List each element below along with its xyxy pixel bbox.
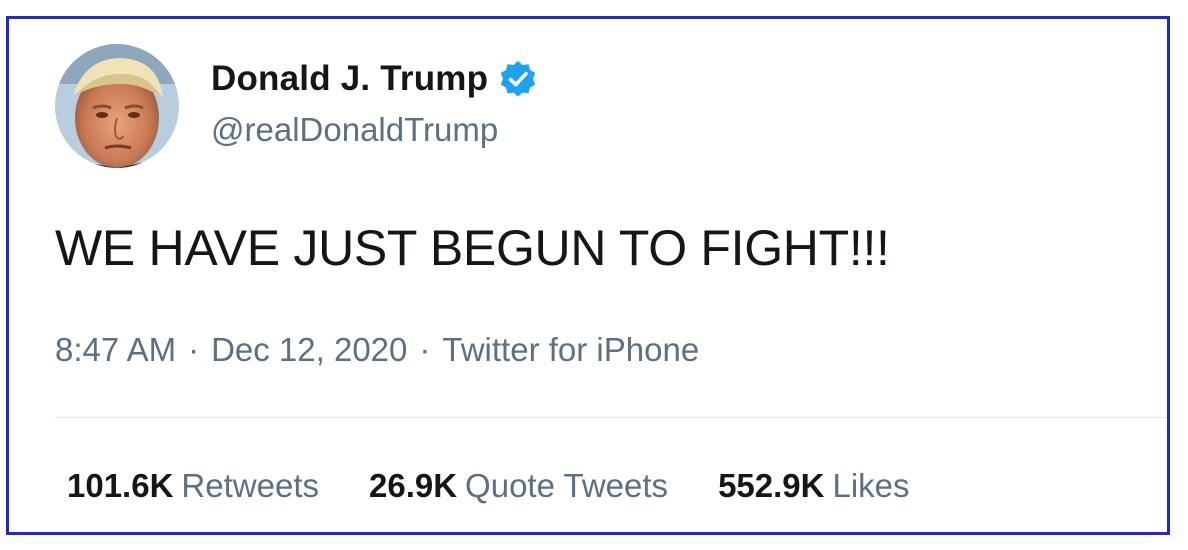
verified-badge-icon <box>498 59 538 99</box>
avatar[interactable] <box>55 44 179 168</box>
user-handle[interactable]: @realDonaldTrump <box>211 111 538 149</box>
tweet-card: Donald J. Trump @realDonaldTrump WE HAVE… <box>6 16 1170 535</box>
meta-separator: · <box>188 331 200 368</box>
name-row: Donald J. Trump <box>211 57 538 101</box>
meta-separator: · <box>419 331 431 368</box>
avatar-photo <box>55 44 179 168</box>
retweets-label: Retweets <box>181 467 319 504</box>
retweets-count: 101.6K <box>67 467 174 504</box>
quote-tweets-stat[interactable]: 26.9K Quote Tweets <box>369 467 668 505</box>
display-name[interactable]: Donald J. Trump <box>211 59 488 99</box>
tweet-time[interactable]: 8:47 AM <box>55 331 176 369</box>
likes-stat[interactable]: 552.9K Likes <box>718 467 909 505</box>
tweet-stats: 101.6K Retweets 26.9K Quote Tweets 552.9K L… <box>67 467 960 505</box>
likes-label: Likes <box>832 467 910 504</box>
tweet-meta: 8:47 AM · Dec 12, 2020 · Twitter for iPh… <box>55 331 699 369</box>
retweets-stat[interactable]: 101.6K Retweets <box>67 467 319 505</box>
quote-tweets-count: 26.9K <box>368 467 458 504</box>
tweet-source[interactable]: Twitter for iPhone <box>442 331 699 369</box>
tweet-text: WE HAVE JUST BEGUN TO FIGHT!!! <box>55 220 890 276</box>
page: Donald J. Trump @realDonaldTrump WE HAVE… <box>0 0 1188 550</box>
quote-tweets-label: Quote Tweets <box>465 467 669 504</box>
divider <box>55 417 1167 418</box>
tweet-date[interactable]: Dec 12, 2020 <box>211 331 407 369</box>
likes-count: 552.9K <box>718 467 825 504</box>
author-info: Donald J. Trump @realDonaldTrump <box>211 57 538 149</box>
